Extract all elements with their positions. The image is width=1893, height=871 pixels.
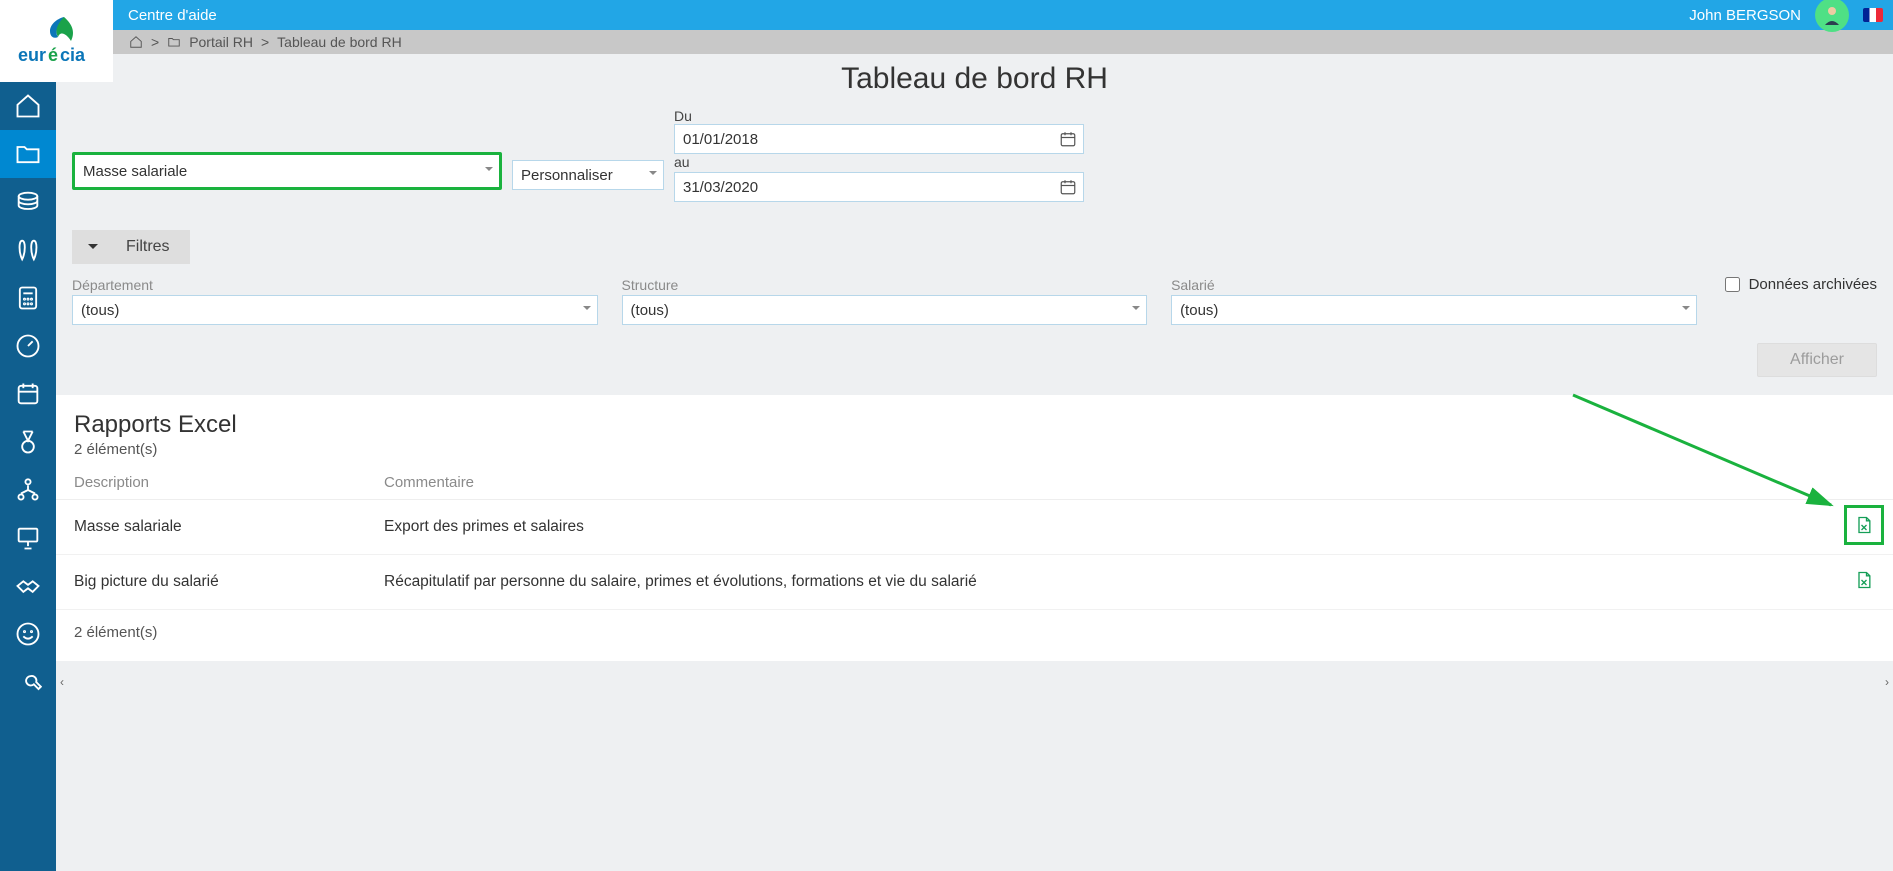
report-type-select[interactable]: Masse salariale xyxy=(72,152,502,190)
svg-text:eur: eur xyxy=(18,45,46,65)
table-row: Masse salariale Export des primes et sal… xyxy=(56,500,1893,555)
nav-awards[interactable] xyxy=(0,418,56,466)
logo-icon: eur é cia xyxy=(14,13,100,69)
gauge-icon xyxy=(14,332,42,360)
logo[interactable]: eur é cia xyxy=(0,0,113,82)
crumb-current: Tableau de bord RH xyxy=(277,34,402,50)
date-to-input[interactable]: 31/03/2020 xyxy=(674,172,1084,202)
sidebar: eur é cia xyxy=(0,0,56,871)
label-from: Du xyxy=(674,108,1084,124)
crumb-portal[interactable]: Portail RH xyxy=(189,34,253,50)
employee-select[interactable]: (tous) xyxy=(1171,295,1697,325)
period-mode-select[interactable]: Personnaliser xyxy=(512,160,664,190)
coins-icon xyxy=(14,188,42,216)
department-select[interactable]: (tous) xyxy=(72,295,598,325)
reports-card: Rapports Excel 2 élément(s) Description … xyxy=(56,395,1893,661)
topbar: Centre d'aide John BERGSON xyxy=(0,0,1893,30)
nav-calculator[interactable] xyxy=(0,274,56,322)
nav-payroll[interactable] xyxy=(0,178,56,226)
smile-icon xyxy=(14,620,42,648)
nav-time[interactable] xyxy=(0,322,56,370)
table-row: Big picture du salarié Récapitulatif par… xyxy=(56,555,1893,610)
flipflops-icon xyxy=(14,236,42,264)
nav-agreements[interactable] xyxy=(0,562,56,610)
chevron-down-icon xyxy=(485,167,493,175)
main-content: Tableau de bord RH Masse salariale Perso… xyxy=(56,0,1893,711)
chevron-down-icon xyxy=(649,171,657,179)
label-employee: Salarié xyxy=(1171,277,1697,293)
label-to: au xyxy=(674,154,1084,170)
page-title: Tableau de bord RH xyxy=(56,62,1893,96)
nav-settings[interactable] xyxy=(0,658,56,706)
calendar-icon[interactable] xyxy=(1059,178,1077,196)
home-icon xyxy=(14,92,42,120)
archived-checkbox[interactable]: Données archivées xyxy=(1721,274,1877,325)
export-excel-button[interactable] xyxy=(1853,514,1875,536)
chevron-down-icon xyxy=(1682,306,1690,314)
chevron-down-icon xyxy=(583,306,591,314)
structure-select[interactable]: (tous) xyxy=(622,295,1148,325)
date-from-input[interactable]: 01/01/2018 xyxy=(674,124,1084,154)
calendar-icon xyxy=(14,380,42,408)
col-description: Description xyxy=(74,474,384,491)
nav-vacation[interactable] xyxy=(0,226,56,274)
excel-file-icon xyxy=(1854,515,1874,535)
orgchart-icon xyxy=(14,476,42,504)
nav-org[interactable] xyxy=(0,466,56,514)
scroll-right-icon[interactable]: › xyxy=(1885,675,1889,689)
locale-flag[interactable] xyxy=(1863,8,1883,22)
filters-toggle[interactable]: Filtres xyxy=(72,230,190,264)
scroll-left-icon[interactable]: ‹ xyxy=(60,675,64,689)
presentation-icon xyxy=(14,524,42,552)
medal-icon xyxy=(14,428,42,456)
reports-count-bottom: 2 élément(s) xyxy=(56,610,1893,655)
show-button[interactable]: Afficher xyxy=(1757,343,1877,377)
calendar-icon[interactable] xyxy=(1059,130,1077,148)
folder-icon xyxy=(167,35,181,49)
chevron-down-icon xyxy=(1132,306,1140,314)
avatar-icon xyxy=(1820,3,1844,27)
avatar[interactable] xyxy=(1815,0,1849,32)
nav-home[interactable] xyxy=(0,82,56,130)
chevron-down-icon xyxy=(88,244,98,254)
breadcrumb: > Portail RH > Tableau de bord RH xyxy=(113,30,1893,54)
handshake-icon xyxy=(14,572,42,600)
home-icon[interactable] xyxy=(129,35,143,49)
label-structure: Structure xyxy=(622,277,1148,293)
svg-text:cia: cia xyxy=(60,45,86,65)
nav-feedback[interactable] xyxy=(0,610,56,658)
folder-icon xyxy=(14,140,42,168)
nav-folder[interactable] xyxy=(0,130,56,178)
export-excel-button[interactable] xyxy=(1853,569,1875,591)
nav-planning[interactable] xyxy=(0,370,56,418)
label-department: Département xyxy=(72,277,598,293)
reports-count-top: 2 élément(s) xyxy=(74,441,1875,458)
svg-text:é: é xyxy=(48,45,58,65)
reports-title: Rapports Excel xyxy=(74,411,1875,439)
user-name[interactable]: John BERGSON xyxy=(1689,7,1801,24)
calculator-icon xyxy=(14,284,42,312)
horizontal-scrollbar[interactable]: ‹ › xyxy=(56,673,1893,691)
wrench-icon xyxy=(14,668,42,696)
excel-file-icon xyxy=(1854,570,1874,590)
col-comment: Commentaire xyxy=(384,474,1815,491)
nav-presentation[interactable] xyxy=(0,514,56,562)
help-link[interactable]: Centre d'aide xyxy=(128,7,217,24)
table-header: Description Commentaire xyxy=(56,466,1893,500)
